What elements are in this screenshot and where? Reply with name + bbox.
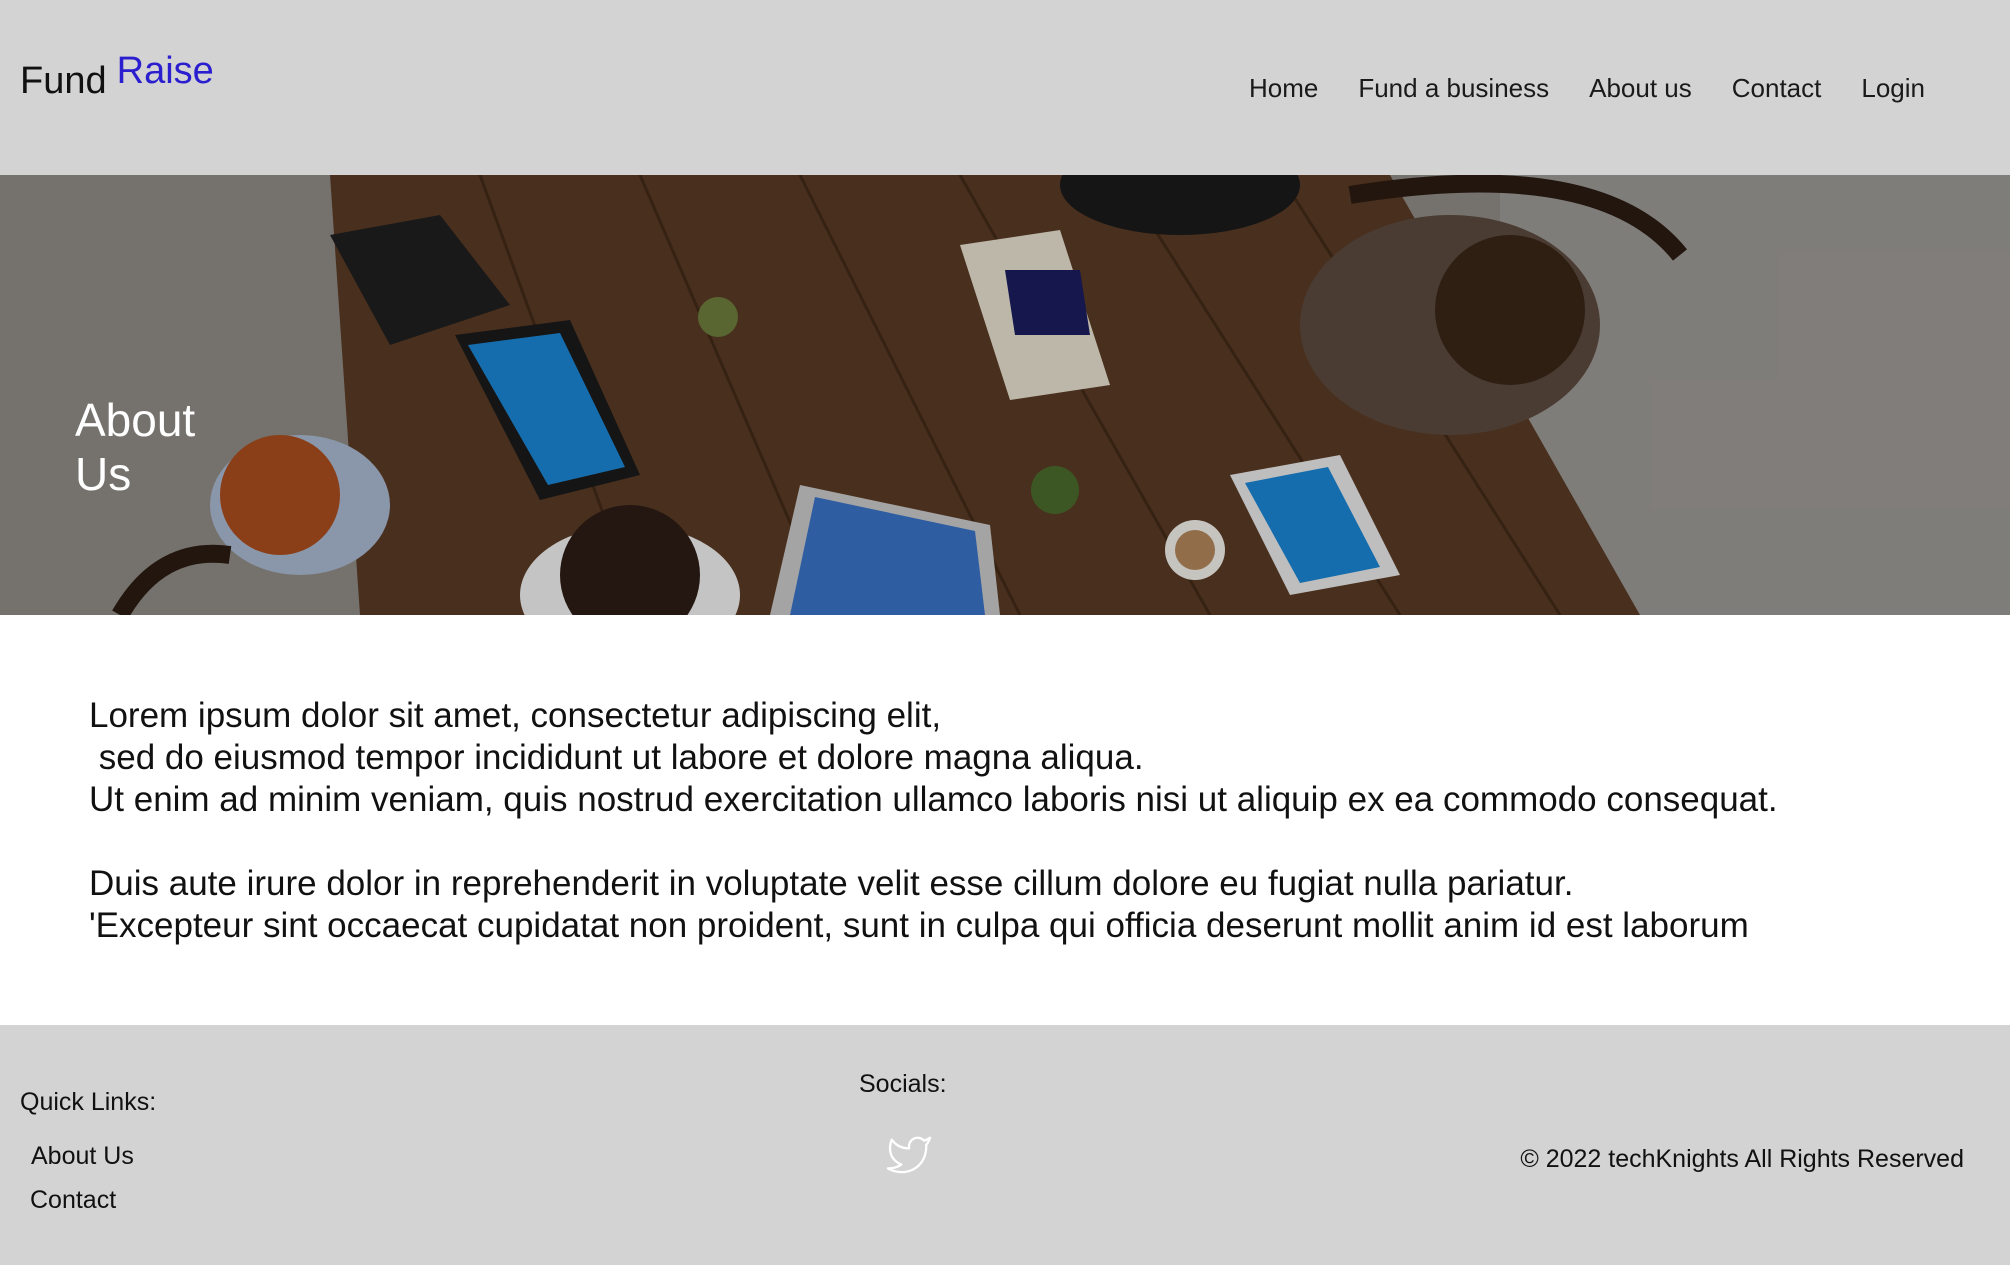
copyright-text: © 2022 techKnights All Rights Reserved xyxy=(1520,1145,1964,1173)
content-line: Lorem ipsum dolor sit amet, consectetur … xyxy=(89,696,942,735)
nav-login[interactable]: Login xyxy=(1861,73,1925,103)
site-header: Fund Raise Home Fund a business About us… xyxy=(0,0,2010,175)
hero-banner: About Us xyxy=(0,175,2010,615)
content-line: Duis aute irure dolor in reprehenderit i… xyxy=(89,864,1574,903)
site-footer: Quick Links: About Us Contact Socials: ©… xyxy=(0,1025,2010,1265)
hero-overlay xyxy=(0,175,2010,615)
main-nav: Home Fund a business About us Contact Lo… xyxy=(1249,73,1925,103)
quick-links-title: Quick Links: xyxy=(20,1088,157,1116)
nav-fund-a-business[interactable]: Fund a business xyxy=(1358,73,1549,103)
hero-title: About Us xyxy=(75,394,196,500)
brand-logo[interactable]: Fund Raise xyxy=(20,52,214,100)
nav-home[interactable]: Home xyxy=(1249,73,1318,103)
nav-contact[interactable]: Contact xyxy=(1732,73,1822,103)
brand-word-raise: Raise xyxy=(116,50,214,92)
content-line: sed do eiusmod tempor incididunt ut labo… xyxy=(89,738,1144,777)
about-content: Lorem ipsum dolor sit amet, consectetur … xyxy=(89,695,1949,947)
footer-link-about-us[interactable]: About Us xyxy=(31,1142,134,1171)
twitter-icon[interactable] xyxy=(883,1132,935,1178)
footer-link-contact[interactable]: Contact xyxy=(30,1186,116,1215)
content-line: Ut enim ad minim veniam, quis nostrud ex… xyxy=(89,780,1778,819)
nav-about-us[interactable]: About us xyxy=(1589,73,1692,103)
brand-word-fund: Fund xyxy=(20,60,107,102)
socials-title: Socials: xyxy=(859,1070,947,1098)
content-line: 'Excepteur sint occaecat cupidatat non p… xyxy=(89,906,1749,945)
